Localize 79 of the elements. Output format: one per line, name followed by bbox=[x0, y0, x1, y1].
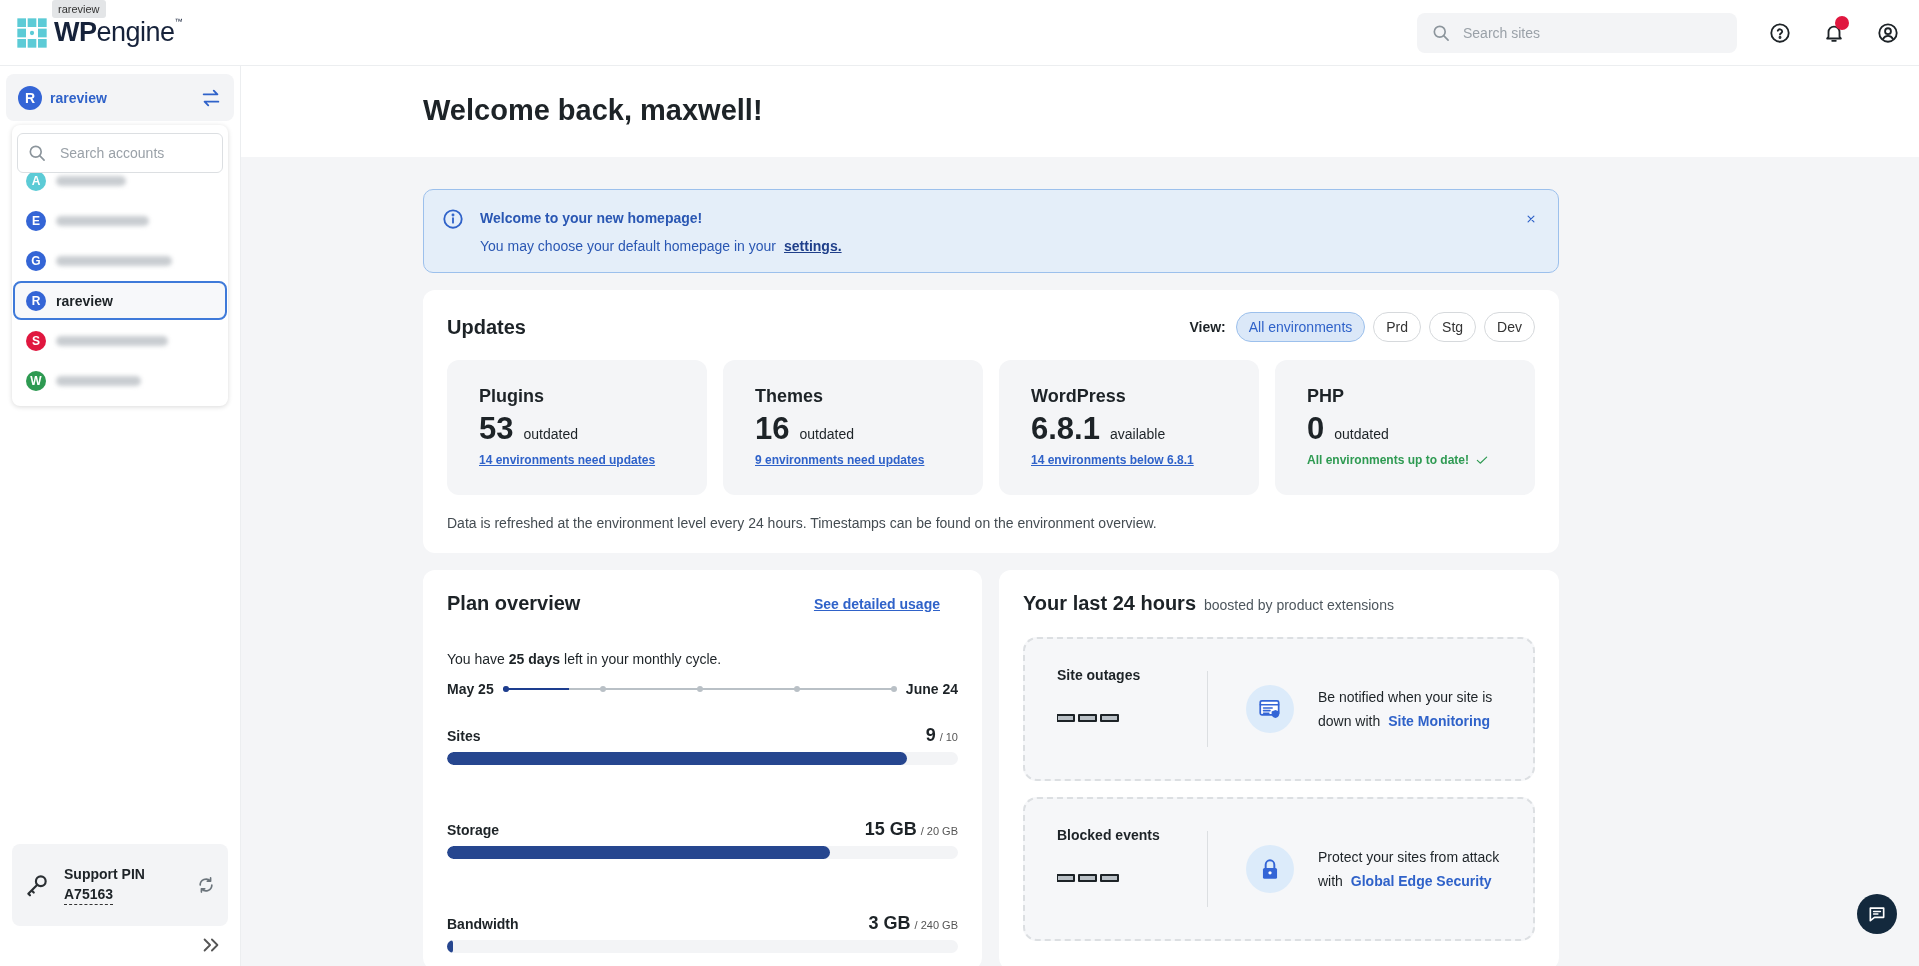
logo-text[interactable]: WPengine$^{™}$ bbox=[54, 17, 183, 48]
search-field[interactable]: Search sites bbox=[1417, 12, 1737, 53]
avatar: W bbox=[26, 370, 46, 391]
info-icon bbox=[442, 208, 464, 230]
meter-value: 15 GB bbox=[864, 819, 917, 839]
card-subtitle: boosted by product extensions bbox=[1204, 597, 1394, 613]
end-date: June 24 bbox=[905, 681, 958, 697]
logo-grid-icon bbox=[16, 16, 48, 49]
filter-pill[interactable]: All environments bbox=[1235, 312, 1366, 342]
banner-title: Welcome to your new homepage! bbox=[480, 210, 704, 226]
account-item[interactable]: R rareview bbox=[13, 281, 227, 320]
panel-label: Blocked events bbox=[1057, 827, 1161, 843]
tile-unit: outdated bbox=[1334, 426, 1389, 442]
product-link[interactable]: Global Edge Security bbox=[1350, 873, 1492, 889]
page-heading: Welcome back, maxwell! bbox=[423, 94, 764, 127]
blurred-text bbox=[56, 175, 126, 186]
footnote: Data is refreshed at the environment level every 24 hours. Timestamps can be found on the environment overview. bbox=[447, 515, 1158, 531]
meter-limit: / 10 bbox=[939, 731, 958, 743]
avatar: R bbox=[18, 85, 42, 110]
tile-unit: available bbox=[1109, 426, 1166, 442]
help-icon bbox=[1769, 21, 1791, 44]
filter-pill[interactable]: Stg bbox=[1429, 312, 1477, 342]
start-date: May 25 bbox=[447, 681, 494, 697]
chat-icon bbox=[1867, 904, 1887, 924]
status-text: All environments up to date! bbox=[1307, 453, 1469, 467]
meter-value: 9 bbox=[925, 725, 936, 745]
product-link[interactable]: Site Monitoring bbox=[1388, 713, 1491, 729]
card-title: Your last 24 hours bbox=[1023, 592, 1196, 615]
avatar: G bbox=[26, 250, 46, 271]
tile-unit: outdated bbox=[799, 426, 854, 442]
tile-value: 6.8.1 bbox=[1031, 411, 1100, 447]
tile-title: WordPress bbox=[1031, 386, 1127, 407]
meter-limit: / 20 GB bbox=[920, 825, 958, 837]
meter-label: Sites bbox=[447, 728, 481, 744]
avatar: S bbox=[26, 330, 46, 351]
tile-unit: outdated bbox=[523, 426, 578, 442]
account-switcher[interactable]: R rareview bbox=[6, 74, 234, 121]
avatar: E bbox=[26, 210, 46, 231]
card-title: Plan overview bbox=[447, 592, 581, 615]
panel-text: Be notified when your site is down with Site Monitoring bbox=[1318, 688, 1494, 731]
filter-pill[interactable]: Prd bbox=[1373, 312, 1422, 342]
check-icon bbox=[1475, 453, 1489, 467]
account-item[interactable]: W bbox=[13, 361, 227, 400]
card-title: Updates bbox=[447, 315, 526, 339]
meter-limit: / 240 GB bbox=[914, 919, 958, 931]
usage-link[interactable]: See detailed usage bbox=[813, 595, 940, 612]
meter-label: Storage bbox=[447, 822, 500, 838]
tile-link[interactable]: 9 environments need updates bbox=[755, 453, 951, 467]
settings-link[interactable]: settings. bbox=[784, 238, 842, 254]
panel-label: Site outages bbox=[1057, 667, 1142, 683]
account-name: rareview bbox=[50, 89, 108, 106]
cycle-text: You have 25 days left in your monthly cycle. bbox=[447, 651, 723, 667]
meter-value: 3 GB bbox=[868, 913, 911, 933]
refresh-icon bbox=[196, 875, 216, 895]
tooltip: rareview bbox=[52, 0, 106, 18]
account-item[interactable]: E bbox=[13, 201, 227, 240]
tile-value: 16 bbox=[755, 411, 790, 447]
tile-link[interactable]: 14 environments need updates bbox=[479, 453, 675, 467]
view-label: View: bbox=[1189, 319, 1226, 335]
pin-label: Support PIN bbox=[64, 865, 146, 882]
tile-value: 0 bbox=[1307, 411, 1325, 447]
user-icon bbox=[1877, 21, 1899, 44]
panel-text: Protect your sites from attack with Global Edge Security bbox=[1318, 848, 1501, 891]
meter-label: Bandwidth bbox=[447, 916, 519, 932]
tile-title: PHP bbox=[1307, 386, 1345, 407]
placeholder-dashes-icon bbox=[1057, 713, 1119, 723]
key-icon bbox=[24, 872, 50, 898]
avatar: R bbox=[26, 290, 46, 311]
placeholder-dashes-icon bbox=[1057, 873, 1119, 883]
tile-title: Themes bbox=[755, 386, 825, 407]
tile-value: 53 bbox=[479, 411, 514, 447]
tile-title: Plugins bbox=[479, 386, 545, 407]
pin-value: A75163 bbox=[64, 885, 114, 905]
tile-link[interactable]: 14 environments below 6.8.1 bbox=[1031, 453, 1227, 467]
account-item[interactable]: G bbox=[13, 241, 227, 280]
search-field[interactable]: Search accounts bbox=[17, 133, 223, 173]
account-item[interactable]: S bbox=[13, 321, 227, 360]
banner-text: You may choose your default homepage in your bbox=[480, 238, 776, 254]
filter-pill[interactable]: Dev bbox=[1484, 312, 1535, 342]
